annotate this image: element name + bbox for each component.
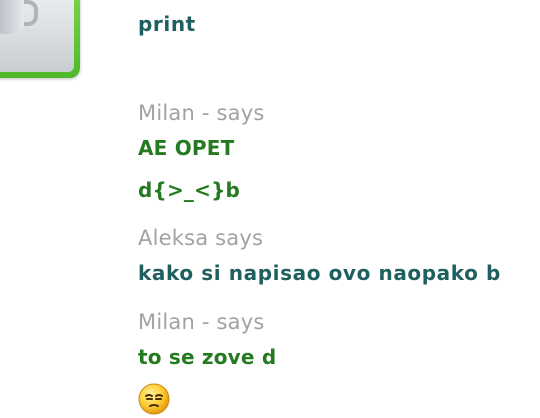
mug-body xyxy=(0,0,24,34)
sleepy-face-icon xyxy=(138,383,170,415)
message-text: kako si napisao ovo naopako b xyxy=(138,261,501,285)
message-text: to se zove d xyxy=(138,345,277,369)
mug-handle xyxy=(24,0,38,26)
coffee-mug-avatar-icon xyxy=(0,0,74,72)
sender-name: Aleksa says xyxy=(138,226,264,250)
message-text: print xyxy=(138,12,196,36)
sender-name: Milan - says xyxy=(138,101,265,125)
message-text: d{>_<}b xyxy=(138,178,241,202)
sender-name: Milan - says xyxy=(138,310,265,334)
message-text: AE OPET xyxy=(138,136,235,160)
contact-avatar[interactable] xyxy=(0,0,80,78)
